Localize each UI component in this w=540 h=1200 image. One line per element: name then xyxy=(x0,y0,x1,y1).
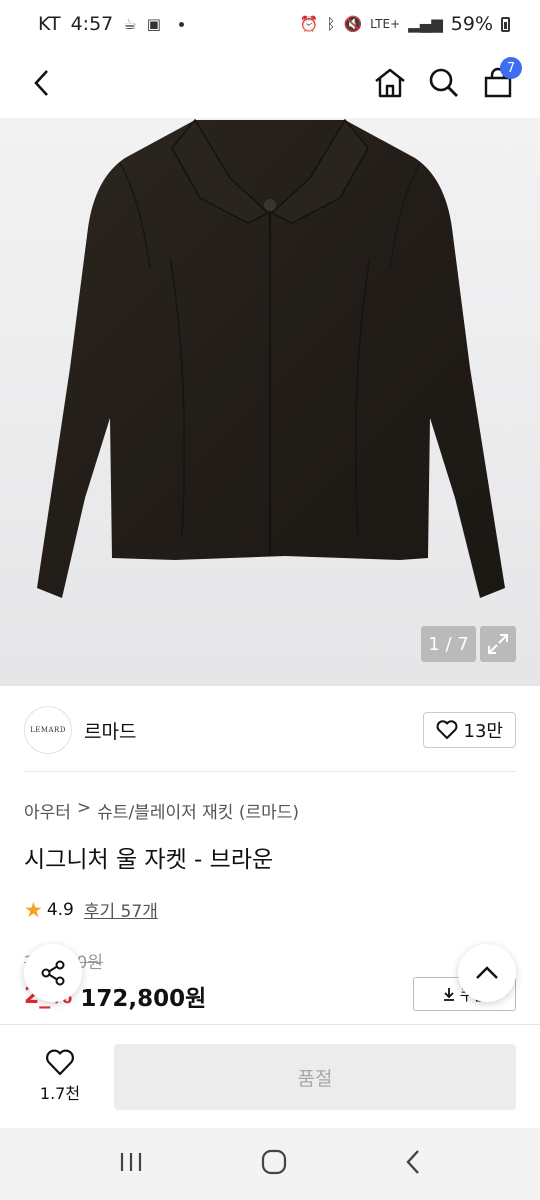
breadcrumb-subcategory[interactable]: 슈트/블레이저 재킷 (르마드) xyxy=(97,798,299,823)
cart-button[interactable]: 7 xyxy=(476,57,522,105)
brand-like-button[interactable]: 13만 xyxy=(422,712,516,748)
battery-percent: 59% xyxy=(450,13,493,35)
back-nav-button[interactable] xyxy=(404,1149,422,1179)
app-bar: 7 xyxy=(0,48,540,118)
back-arrow-icon xyxy=(34,70,48,96)
brand-row[interactable]: LEMARD 르마드 13만 xyxy=(24,704,516,756)
heart-icon xyxy=(436,720,457,739)
cart-count-badge: 7 xyxy=(500,57,522,79)
breadcrumb-category[interactable]: 아우터 xyxy=(24,798,71,823)
battery-icon xyxy=(501,16,510,32)
mute-icon: 🔇 xyxy=(343,15,363,33)
scroll-top-button[interactable] xyxy=(458,944,516,1002)
expand-icon xyxy=(488,634,508,654)
sale-price: 172,800원 xyxy=(80,986,207,1012)
share-button[interactable] xyxy=(24,944,82,1002)
signal-icon: ▂▄▆ xyxy=(408,15,443,33)
home-icon xyxy=(375,68,405,98)
brand-logo: LEMARD xyxy=(24,706,72,754)
brand-like-count: 13만 xyxy=(463,721,503,742)
alarm-icon: ⏰ xyxy=(299,15,319,33)
wishlist-button[interactable]: 1.7천 xyxy=(24,1044,96,1108)
search-icon xyxy=(429,68,458,97)
status-bar: KT 4:57 ☕ ▣ ⏰ ᛒ 🔇 LTE+ ▂▄▆ 59% xyxy=(0,0,540,48)
image-counter: 1 / 7 xyxy=(421,626,476,662)
bluetooth-icon: ᛒ xyxy=(326,15,336,33)
share-icon xyxy=(41,960,65,986)
sold-out-button[interactable]: 품절 xyxy=(114,1044,516,1110)
breadcrumb-separator: > xyxy=(76,798,92,818)
back-button[interactable] xyxy=(20,61,64,105)
rating-score: 4.9 xyxy=(46,899,74,920)
home-circle-icon xyxy=(261,1149,287,1175)
carrier: KT xyxy=(38,13,61,35)
product-image[interactable] xyxy=(0,118,540,686)
chevron-up-icon xyxy=(476,966,498,979)
more-notifications-dot xyxy=(178,21,184,27)
product-title: 시그니처 울 자켓 - 브라운 xyxy=(24,847,274,873)
home-nav-button[interactable] xyxy=(261,1149,287,1179)
star-icon: ★ xyxy=(24,897,43,922)
download-icon xyxy=(443,988,454,1001)
brand-name[interactable]: 르마드 xyxy=(84,717,136,744)
reviews-link[interactable]: 후기 57개 xyxy=(84,897,158,922)
notification-icon: ☕ xyxy=(123,15,137,33)
clock: 4:57 xyxy=(70,13,114,35)
recent-apps-icon xyxy=(121,1153,142,1171)
home-button[interactable] xyxy=(368,61,412,105)
back-icon xyxy=(406,1150,419,1174)
network-type: LTE+ xyxy=(370,17,401,31)
heart-icon xyxy=(46,1049,74,1075)
search-button[interactable] xyxy=(422,61,466,105)
divider xyxy=(24,771,516,772)
image-icon: ▣ xyxy=(146,15,161,33)
wishlist-count: 1.7천 xyxy=(39,1083,81,1103)
rating: ★ 4.9 후기 57개 xyxy=(24,897,158,923)
recent-apps-button[interactable] xyxy=(118,1151,144,1177)
system-nav-bar xyxy=(0,1128,540,1200)
breadcrumb: 아우터 > 슈트/블레이저 재킷 (르마드) xyxy=(24,798,299,823)
jacket-image xyxy=(37,118,505,598)
expand-image-button[interactable] xyxy=(480,626,516,662)
